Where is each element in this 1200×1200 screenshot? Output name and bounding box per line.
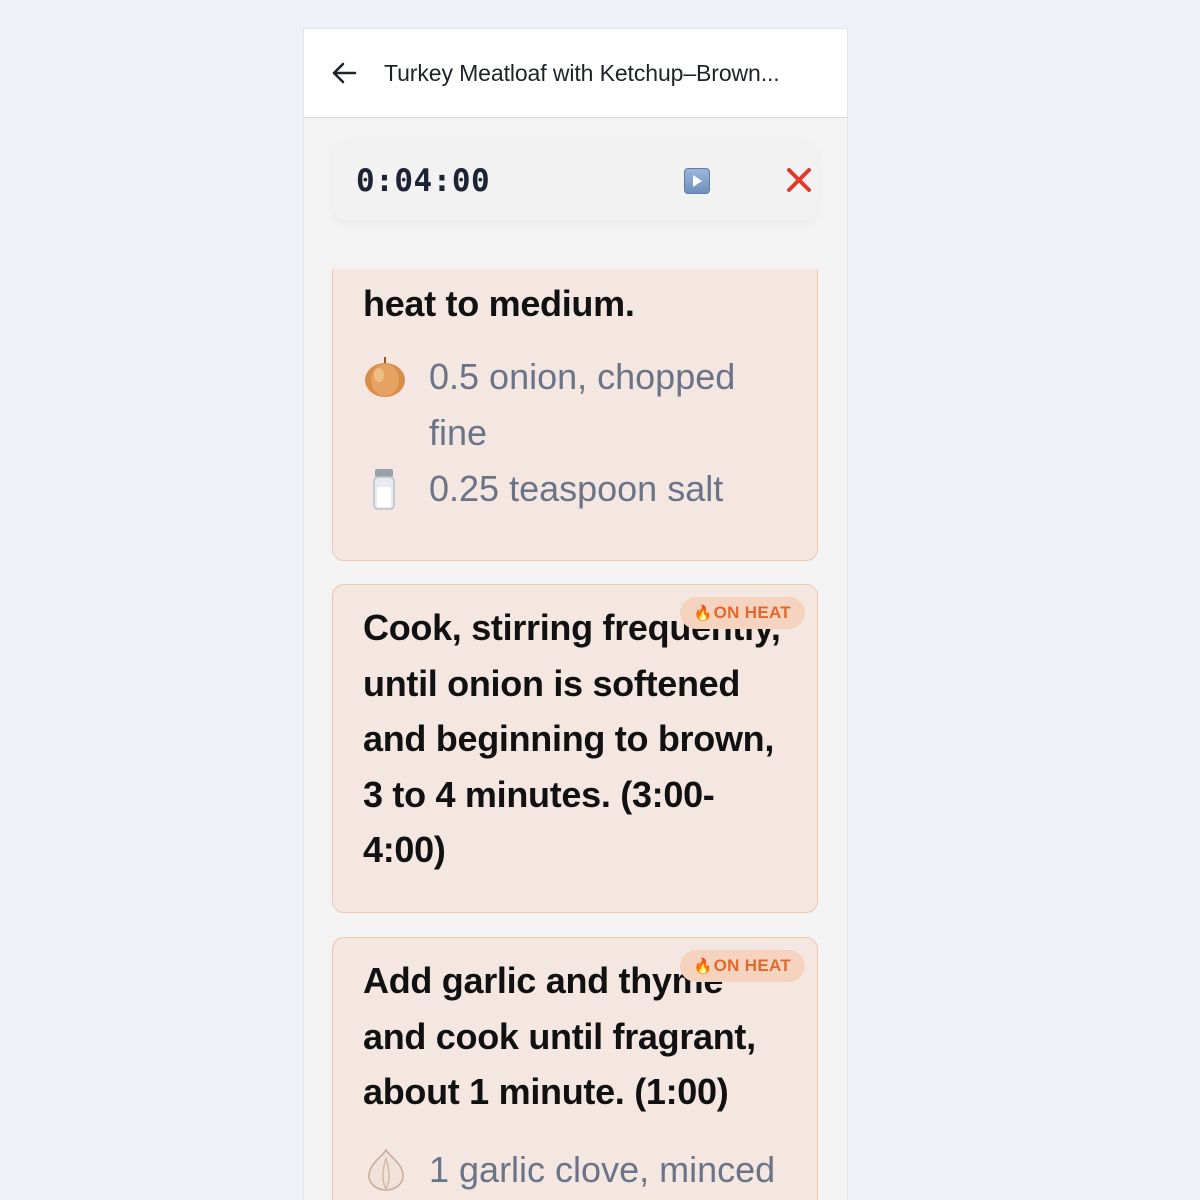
close-timer-button[interactable] [784, 165, 814, 195]
salt-shaker-icon [363, 461, 409, 516]
play-button[interactable] [684, 168, 710, 194]
play-icon [693, 175, 702, 187]
flame-icon: 🔥 [693, 605, 713, 622]
on-heat-badge: 🔥 ON HEAT [679, 950, 805, 982]
ingredient-text: 0.5 onion, chopped fine [429, 356, 736, 453]
onion-icon [363, 349, 409, 404]
recipe-title: Turkey Meatloaf with Ketchup–Brown... [384, 59, 780, 86]
timer-bar: 0:04:00 [334, 141, 817, 221]
ingredient-item: 1 garlic clove, minced [363, 1142, 787, 1198]
app-window: Turkey Meatloaf with Ketchup–Brown... 0:… [304, 29, 847, 1200]
garlic-icon [363, 1142, 409, 1197]
ingredient-text: 1 garlic clove, minced [429, 1148, 776, 1190]
top-bar: Turkey Meatloaf with Ketchup–Brown... [304, 29, 847, 118]
close-icon [787, 168, 811, 192]
step-card: 🔥 ON HEAT Cook, stirring frequently, unti… [332, 584, 818, 913]
timer-display: 0:04:00 [356, 163, 491, 199]
steps-list[interactable]: teaspoon salt, increase heat to medium. … [304, 269, 847, 1200]
back-button[interactable] [326, 55, 362, 91]
ingredient-item: 0.5 onion, chopped fine [363, 349, 787, 461]
on-heat-badge: 🔥 ON HEAT [679, 597, 805, 629]
step-text: Cook, stirring frequently, until onion i… [363, 607, 781, 870]
flame-icon: 🔥 [693, 958, 713, 975]
step-card: 🔥 ON HEAT Add garlic and thyme and cook u… [332, 937, 818, 1200]
arrow-left-icon [332, 62, 357, 84]
step-text: teaspoon salt, increase heat to medium. [363, 282, 635, 324]
ingredient-item: 0.25 teaspoon salt [363, 461, 787, 517]
step-card: teaspoon salt, increase heat to medium. … [332, 269, 818, 561]
ingredient-text: 0.25 teaspoon salt [429, 468, 724, 509]
